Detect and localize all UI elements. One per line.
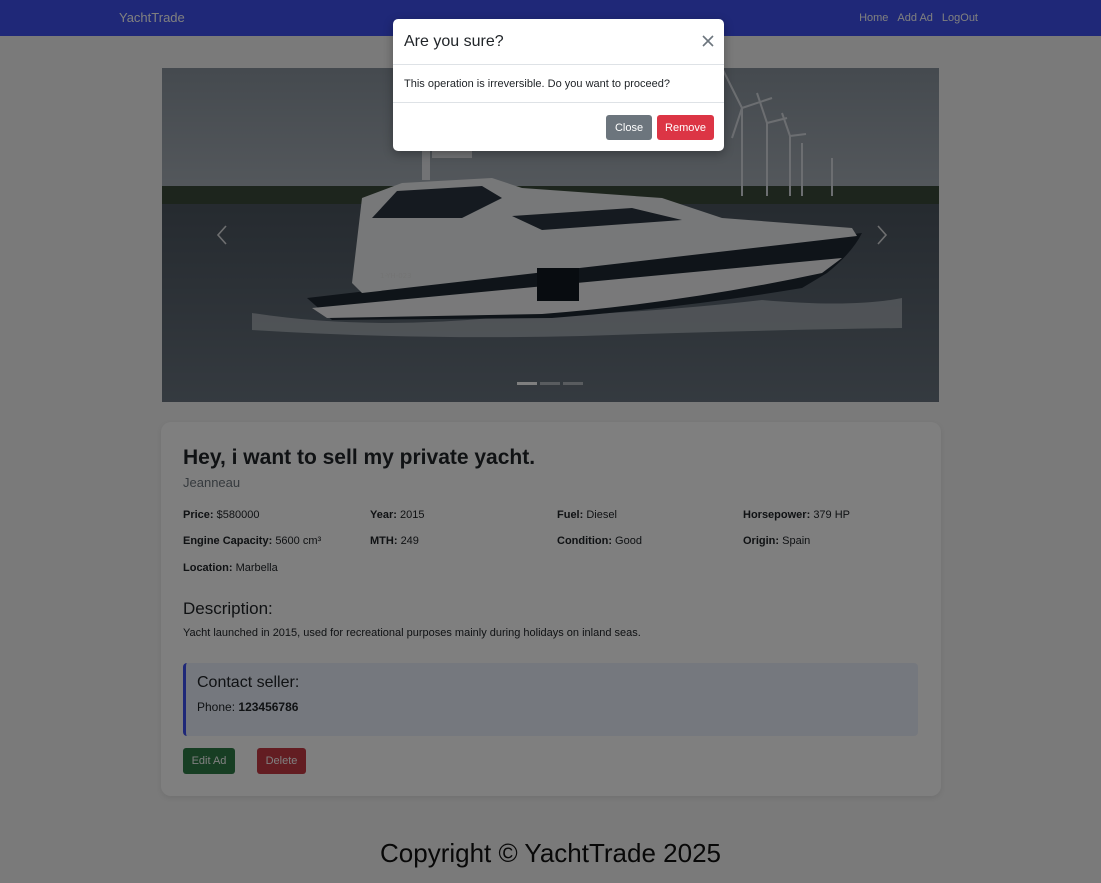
modal-close-button[interactable]: Close: [606, 115, 652, 140]
modal-footer: Close Remove: [393, 102, 724, 151]
confirm-modal: Are you sure? This operation is irrevers…: [393, 19, 724, 151]
modal-remove-button[interactable]: Remove: [657, 115, 714, 140]
close-icon[interactable]: [700, 33, 716, 49]
modal-header: Are you sure?: [393, 19, 724, 65]
modal-body-text: This operation is irreversible. Do you w…: [404, 78, 670, 90]
modal-title: Are you sure?: [404, 33, 504, 50]
